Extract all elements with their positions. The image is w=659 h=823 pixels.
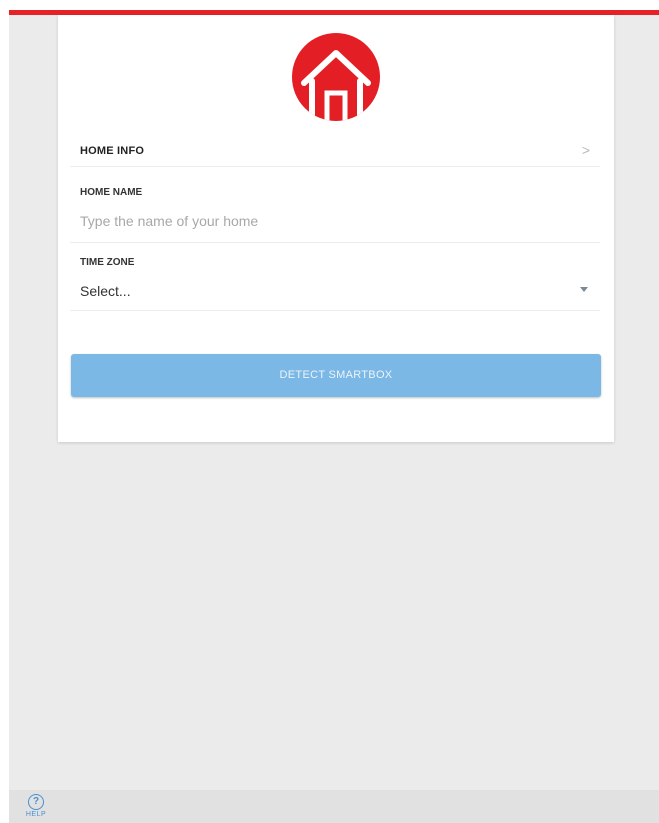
home-info-header[interactable]: HOME INFO > xyxy=(70,135,600,167)
time-zone-select[interactable]: Select... xyxy=(80,281,590,303)
chevron-right-icon: > xyxy=(581,142,590,158)
footer-bar: ? HELP xyxy=(9,790,659,823)
home-name-input[interactable] xyxy=(80,209,580,233)
caret-down-icon xyxy=(580,287,588,292)
detect-smartbox-button[interactable]: DETECT SMARTBOX xyxy=(71,354,601,397)
time-zone-selected-value: Select... xyxy=(80,283,131,299)
house-icon xyxy=(292,33,380,121)
time-zone-label: TIME ZONE xyxy=(80,257,135,268)
app-screen: HOME INFO > HOME NAME TIME ZONE Select..… xyxy=(9,15,659,823)
time-zone-group: TIME ZONE Select... xyxy=(70,245,600,311)
home-info-label: HOME INFO xyxy=(80,145,145,157)
home-setup-card: HOME INFO > HOME NAME TIME ZONE Select..… xyxy=(58,15,614,442)
home-name-group: HOME NAME xyxy=(70,175,600,243)
help-button[interactable]: ? HELP xyxy=(23,794,49,823)
help-label: HELP xyxy=(25,811,47,818)
question-circle-icon: ? xyxy=(28,794,44,810)
home-name-label: HOME NAME xyxy=(80,187,143,198)
